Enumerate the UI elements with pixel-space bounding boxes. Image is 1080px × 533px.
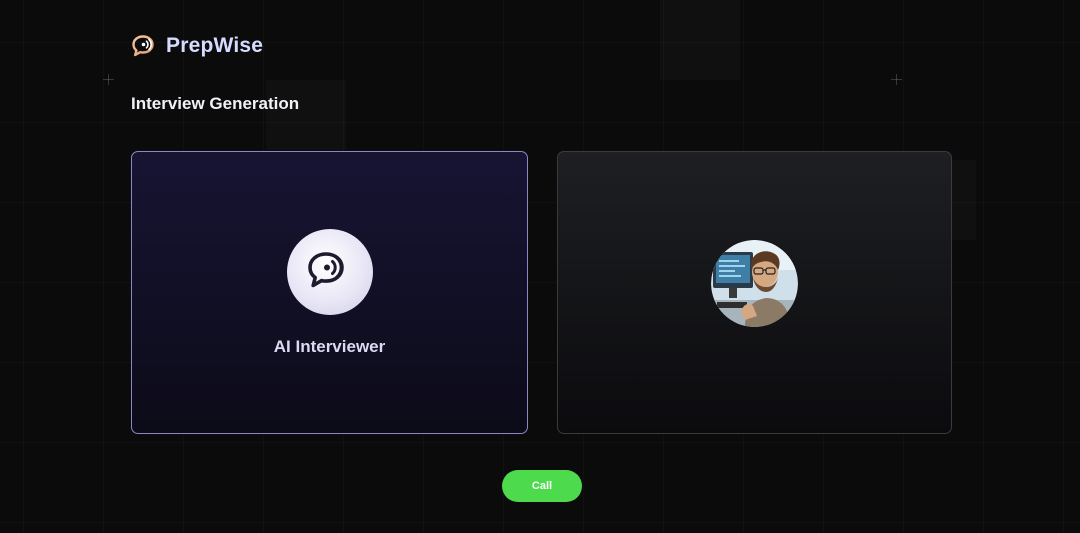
ai-avatar — [287, 229, 373, 315]
call-button[interactable]: Call — [502, 470, 582, 502]
app-page: PrepWise Interview Generation AI Intervi… — [0, 0, 1080, 533]
background-block — [952, 160, 976, 240]
plus-decoration — [103, 74, 114, 85]
background-block — [266, 80, 346, 150]
brand-logo[interactable]: PrepWise — [131, 34, 263, 58]
ai-interviewer-card: AI Interviewer — [131, 151, 528, 434]
user-avatar — [711, 240, 798, 327]
user-avatar-photo — [711, 240, 798, 327]
page-title: Interview Generation — [131, 94, 300, 113]
background-block — [660, 0, 740, 80]
user-card — [557, 151, 952, 434]
brand-name: PrepWise — [166, 34, 264, 57]
ai-interviewer-name: AI Interviewer — [273, 337, 386, 356]
chat-bubble-icon — [306, 250, 354, 295]
chat-bubble-icon — [131, 34, 158, 58]
plus-decoration — [891, 74, 902, 85]
